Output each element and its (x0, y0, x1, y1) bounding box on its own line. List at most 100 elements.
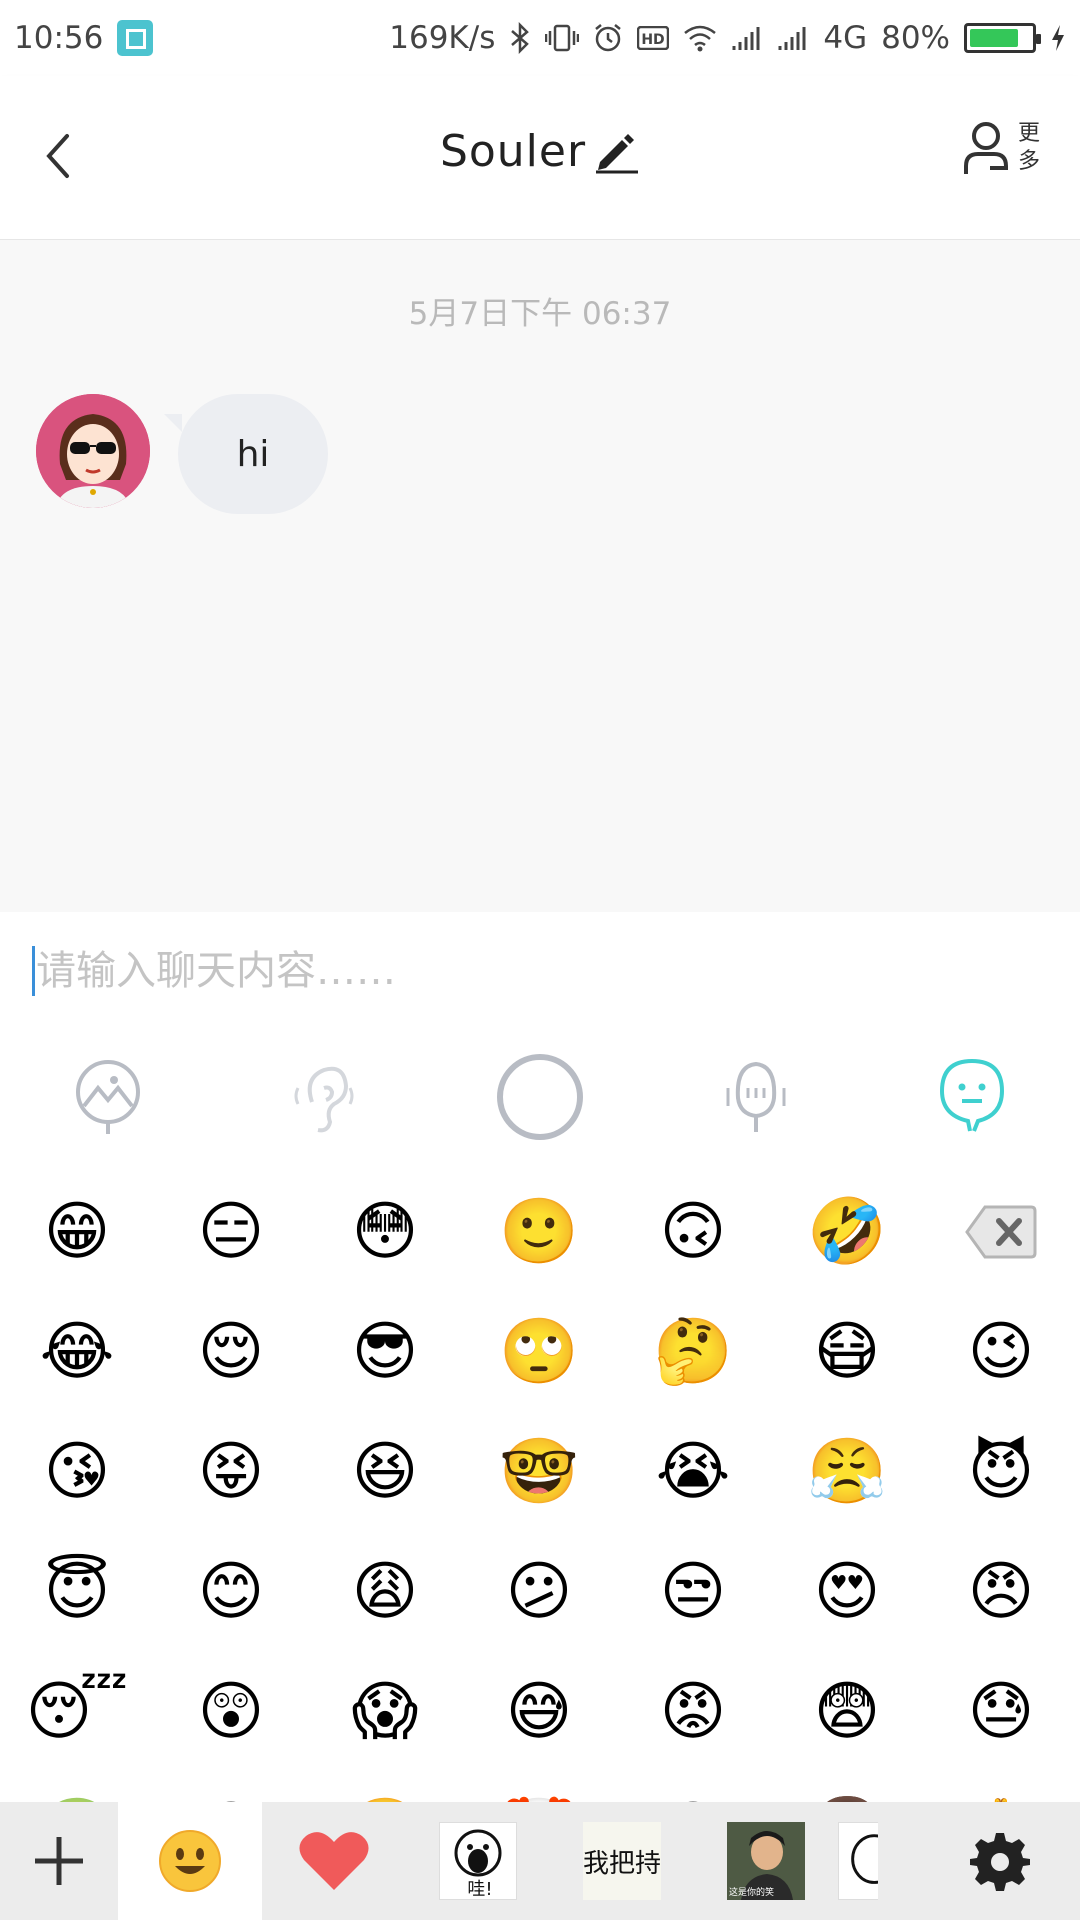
wifi-icon (684, 25, 717, 52)
emoji-key[interactable]: 😊 (154, 1532, 308, 1652)
sticker-settings-tab[interactable] (920, 1802, 1080, 1920)
emoji-key[interactable]: 😂 (0, 1292, 154, 1412)
emoji-key[interactable]: 😳 (308, 1172, 462, 1292)
status-time: 10:56 (14, 20, 104, 56)
text-sticker-icon: 我把持 (583, 1822, 661, 1900)
sticker-pack-tab-1[interactable]: 哇! (406, 1802, 550, 1920)
record-circle-icon (497, 1054, 583, 1140)
sticker-pack-tab-4[interactable] (838, 1802, 888, 1920)
emoji-key[interactable]: 😇 (0, 1532, 154, 1652)
emoji-key[interactable]: 😓 (924, 1652, 1078, 1772)
emoji-key[interactable]: 😱 (308, 1652, 462, 1772)
emoji-key[interactable]: 😤 (770, 1412, 924, 1532)
record-mode-button[interactable] (432, 1022, 648, 1172)
title-wrap[interactable]: Souler (0, 126, 1080, 177)
emoji-key[interactable]: 😍 (770, 1532, 924, 1652)
meme-sticker-icon: 哇! (439, 1822, 517, 1900)
text-cursor (32, 946, 35, 996)
input-bar (0, 912, 1080, 1022)
emoji-tab[interactable] (118, 1802, 262, 1920)
emoji-key[interactable]: 😏 (616, 1772, 770, 1802)
emoji-key[interactable]: 😴 (0, 1652, 154, 1772)
emoji-key[interactable]: 🙂 (462, 1172, 616, 1292)
status-bar: 10:56 169K/s HD 4G 80% (0, 0, 1080, 76)
emoji-key[interactable]: 😨 (770, 1652, 924, 1772)
network-speed: 169K/s (389, 20, 496, 56)
charging-icon (1052, 25, 1064, 51)
emoji-key[interactable]: 🤔 (616, 1292, 770, 1412)
sticker-text: 我把持 (583, 1848, 661, 1879)
message-timestamp: 5月7日下午 06:37 (408, 296, 672, 332)
photo-mode-icon (76, 1060, 140, 1134)
emoji-key[interactable]: 😷 (770, 1292, 924, 1412)
edit-icon[interactable] (592, 130, 640, 174)
chat-area[interactable]: 5月7日下午 06:37 hi (0, 240, 1080, 912)
emoji-key[interactable]: 😩 (308, 1532, 462, 1652)
emoji-key[interactable]: 😬 (308, 1772, 462, 1802)
emoji-key[interactable]: 🙏 (924, 1772, 1078, 1802)
message-bubble[interactable]: hi (178, 394, 328, 514)
smiley-icon (159, 1830, 221, 1892)
bubble-tail (164, 414, 182, 432)
partial-sticker-icon (838, 1822, 878, 1900)
emoji-key[interactable]: 🙃 (616, 1172, 770, 1292)
emoji-key[interactable]: 😒 (616, 1532, 770, 1652)
emoji-key[interactable]: 😀 (154, 1772, 308, 1802)
emoji-key[interactable]: 😁 (0, 1172, 154, 1292)
screenshot-icon (117, 20, 154, 56)
more-label: 更多 (1018, 121, 1041, 174)
mic-mode-button[interactable] (648, 1022, 864, 1172)
sticker-pack-tab-2[interactable]: 我把持 (550, 1802, 694, 1920)
ear-icon (294, 1066, 354, 1133)
emoji-key[interactable]: 😲 (154, 1652, 308, 1772)
emoji-key[interactable]: 😡 (616, 1652, 770, 1772)
emoji-key[interactable]: 🙄 (462, 1292, 616, 1412)
emoji-key[interactable]: 👩 (770, 1772, 924, 1802)
emoji-key[interactable]: 😌 (154, 1292, 308, 1412)
favorites-tab[interactable] (262, 1802, 406, 1920)
backspace-icon (965, 1205, 1037, 1259)
emoji-key[interactable]: 😑 (154, 1172, 308, 1292)
more-button[interactable]: 更多 (962, 120, 1044, 176)
emoji-face-icon (939, 1059, 1005, 1132)
photo-sticker-icon: 这是你的笑 (727, 1822, 805, 1900)
photo-mode-button[interactable] (0, 1022, 216, 1172)
network-type: 4G (823, 20, 868, 56)
signal-icon (732, 27, 760, 50)
emoji-key[interactable]: 😘 (0, 1412, 154, 1532)
sticker-pack-tab-3[interactable]: 这是你的笑 (694, 1802, 838, 1920)
svg-text:哇!: 哇! (467, 1879, 492, 1899)
plus-icon (35, 1837, 83, 1885)
gear-icon (970, 1833, 1030, 1891)
message-text: hi (236, 433, 270, 475)
emoji-grid: 😁😑😳🙂🙃🤣 😂😌😎🙄🤔😷😉 😘😝😆🤓😭😤😈 😇😊😩😕😒😍😠 😴😲😱😅😡😨😓 🤢😀😬🤡😏👩… (0, 1172, 1080, 1802)
page-title: Souler (439, 126, 587, 177)
emoji-key[interactable]: 🤢 (0, 1772, 154, 1802)
sticker-caption: 这是你的笑 (729, 1888, 775, 1898)
emoji-key[interactable]: 😕 (462, 1532, 616, 1652)
emoji-key[interactable]: 😠 (924, 1532, 1078, 1652)
emoji-mode-button[interactable] (864, 1022, 1080, 1172)
emoji-key[interactable]: 😅 (462, 1652, 616, 1772)
emoji-key[interactable]: 🤡 (462, 1772, 616, 1802)
emoji-key[interactable]: 🤓 (462, 1412, 616, 1532)
avatar[interactable] (36, 394, 150, 508)
battery-icon (964, 23, 1041, 53)
hd-icon: HD (637, 26, 670, 50)
add-sticker-tab[interactable] (0, 1802, 118, 1920)
signal-icon (778, 27, 806, 50)
emoji-key[interactable]: 🤣 (770, 1172, 924, 1292)
message-input[interactable] (36, 942, 936, 1000)
emoji-key[interactable]: 😭 (616, 1412, 770, 1532)
voice-mode-button[interactable] (216, 1022, 432, 1172)
avatar-image (36, 394, 150, 508)
input-mode-row (0, 1022, 1080, 1172)
svg-text:HD: HD (642, 32, 665, 48)
emoji-key[interactable]: 😆 (308, 1412, 462, 1532)
emoji-key[interactable]: 😎 (308, 1292, 462, 1412)
heart-icon (299, 1832, 369, 1890)
backspace-key[interactable] (924, 1172, 1078, 1292)
emoji-key[interactable]: 😈 (924, 1412, 1078, 1532)
emoji-key[interactable]: 😝 (154, 1412, 308, 1532)
emoji-key[interactable]: 😉 (924, 1292, 1078, 1412)
